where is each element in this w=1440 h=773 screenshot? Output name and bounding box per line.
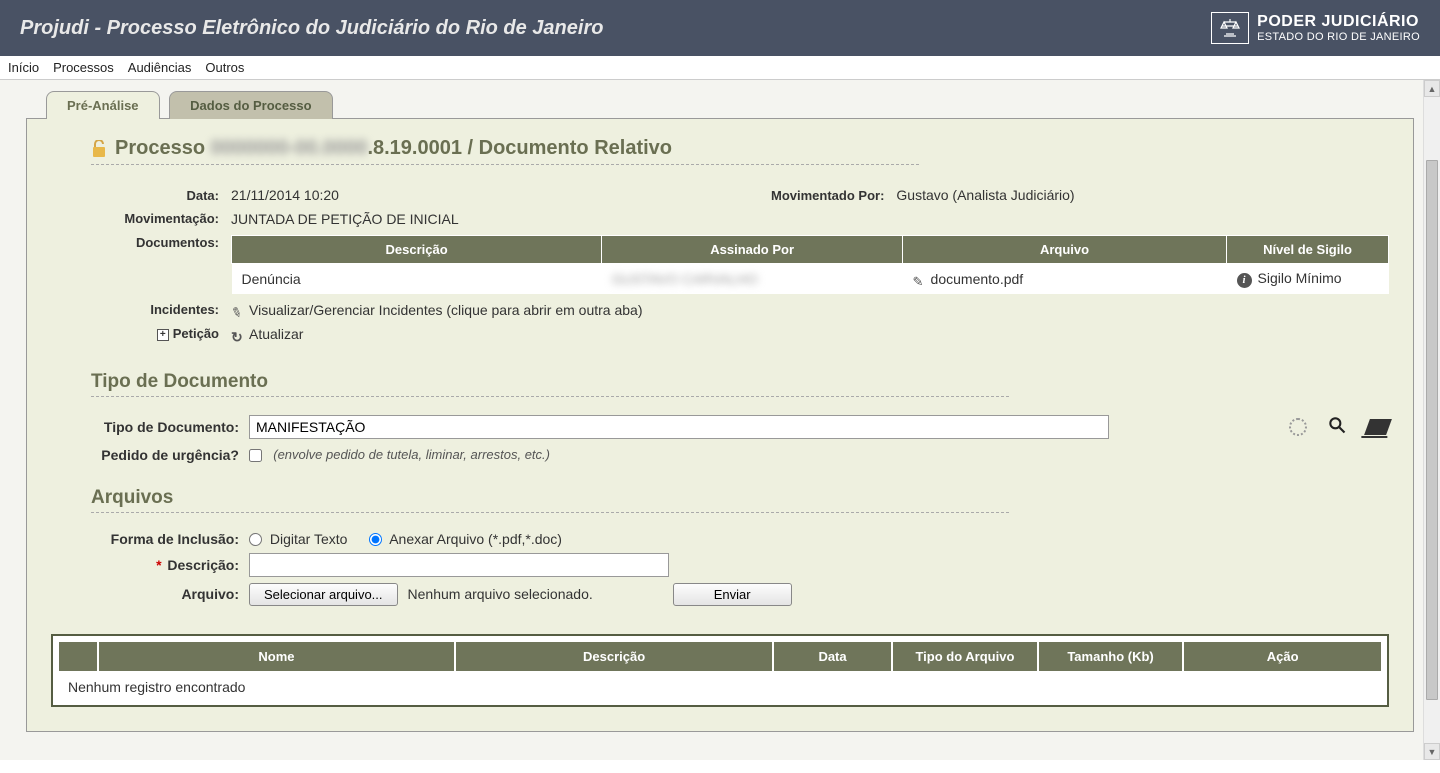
descricao-label-text: Descrição: bbox=[167, 557, 239, 573]
menu-audiencias[interactable]: Audiências bbox=[128, 60, 192, 75]
app-header: Projudi - Processo Eletrônico do Judiciá… bbox=[0, 0, 1440, 56]
th-nome: Nome bbox=[98, 641, 455, 672]
th-select bbox=[58, 641, 98, 672]
link-incidentes[interactable]: Visualizar/Gerenciar Incidentes (clique … bbox=[231, 302, 643, 318]
cell-assinado: GUSTAVO CARVALHO bbox=[602, 264, 903, 295]
documentos-table: Descrição Assinado Por Arquivo Nível de … bbox=[231, 235, 1389, 294]
radio-digitar-texto[interactable]: Digitar Texto bbox=[249, 531, 347, 547]
refresh-icon bbox=[231, 329, 245, 343]
btn-enviar[interactable]: Enviar bbox=[673, 583, 792, 606]
menu-outros[interactable]: Outros bbox=[205, 60, 244, 75]
tabs: Pré-Análise Dados do Processo bbox=[18, 80, 1422, 118]
table-row-empty: Nenhum registro encontrado bbox=[58, 672, 1382, 701]
lock-icon bbox=[91, 140, 107, 158]
input-tipo-documento[interactable] bbox=[249, 415, 1109, 439]
value-data: 21/11/2014 10:20 bbox=[231, 187, 339, 203]
process-title-row: Processo 0000000-00.0000.8.19.0001 / Doc… bbox=[91, 137, 919, 165]
files-table-container: Nome Descrição Data Tipo do Arquivo Tama… bbox=[51, 634, 1389, 707]
radio-anexar-label: Anexar Arquivo (*.pdf,*.doc) bbox=[389, 531, 562, 547]
process-number-redacted: 0000000-00.0000 bbox=[211, 137, 368, 159]
label-movimentacao: Movimentação: bbox=[51, 211, 221, 226]
cell-arquivo[interactable]: documento.pdf bbox=[903, 264, 1227, 295]
eraser-icon[interactable] bbox=[1364, 419, 1392, 435]
wand-icon bbox=[231, 304, 245, 318]
expand-icon[interactable]: + bbox=[157, 329, 169, 341]
scrollbar[interactable]: ▲ ▼ bbox=[1423, 80, 1440, 760]
value-movimentado-por: Gustavo (Analista Judiciário) bbox=[896, 187, 1074, 203]
file-selection-note: Nenhum arquivo selecionado. bbox=[408, 586, 593, 602]
arquivo-link[interactable]: documento.pdf bbox=[931, 271, 1024, 287]
th-tamanho: Tamanho (Kb) bbox=[1038, 641, 1184, 672]
org-line2: ESTADO DO RIO DE JANEIRO bbox=[1257, 31, 1420, 43]
pjerj-logo bbox=[1211, 12, 1249, 44]
th-data: Data bbox=[773, 641, 892, 672]
org-line1: PODER JUDICIÁRIO bbox=[1257, 13, 1420, 31]
sigilo-text: Sigilo Mínimo bbox=[1258, 270, 1342, 286]
scroll-up-arrow[interactable]: ▲ bbox=[1424, 80, 1440, 97]
atualizar-text[interactable]: Atualizar bbox=[249, 326, 303, 342]
cell-sigilo: i Sigilo Mínimo bbox=[1227, 264, 1389, 295]
label-data: Data: bbox=[51, 188, 221, 203]
section-arquivos: Arquivos bbox=[91, 487, 1009, 513]
label-peticao[interactable]: + Petição bbox=[51, 326, 221, 341]
link-atualizar[interactable]: Atualizar bbox=[231, 326, 303, 342]
th-desc: Descrição bbox=[455, 641, 773, 672]
files-table: Nome Descrição Data Tipo do Arquivo Tama… bbox=[57, 640, 1383, 701]
table-row: Denúncia GUSTAVO CARVALHO documento.pdf … bbox=[232, 264, 1389, 295]
th-acao: Ação bbox=[1183, 641, 1382, 672]
label-arquivo: Arquivo: bbox=[51, 586, 249, 602]
cell-descricao: Denúncia bbox=[232, 264, 602, 295]
menubar: Início Processos Audiências Outros bbox=[0, 56, 1440, 80]
pencil-icon bbox=[913, 273, 927, 287]
app-title: Projudi - Processo Eletrônico do Judiciá… bbox=[20, 17, 603, 40]
label-movimentado-por: Movimentado Por: bbox=[771, 188, 886, 203]
section-tipo-documento: Tipo de Documento bbox=[91, 371, 1009, 397]
scroll-down-arrow[interactable]: ▼ bbox=[1424, 743, 1440, 760]
th-sigilo: Nível de Sigilo bbox=[1227, 236, 1389, 264]
radio-anexar-arquivo[interactable]: Anexar Arquivo (*.pdf,*.doc) bbox=[369, 531, 562, 547]
search-icon[interactable] bbox=[1327, 415, 1347, 438]
input-descricao[interactable] bbox=[249, 553, 669, 577]
th-descricao: Descrição bbox=[232, 236, 602, 264]
scroll-thumb[interactable] bbox=[1426, 160, 1438, 700]
label-incidentes: Incidentes: bbox=[51, 302, 221, 317]
tab-pre-analise[interactable]: Pré-Análise bbox=[46, 91, 160, 119]
process-title-prefix: Processo bbox=[115, 137, 211, 159]
empty-message: Nenhum registro encontrado bbox=[58, 672, 1382, 701]
required-star: * bbox=[156, 557, 161, 573]
label-descricao: * Descrição: bbox=[51, 557, 249, 573]
label-forma-inclusao: Forma de Inclusão: bbox=[51, 531, 249, 547]
th-assinado: Assinado Por bbox=[602, 236, 903, 264]
main-panel: Processo 0000000-00.0000.8.19.0001 / Doc… bbox=[26, 118, 1414, 732]
radio-digitar-label: Digitar Texto bbox=[270, 531, 348, 547]
value-movimentacao: JUNTADA DE PETIÇÃO DE INICIAL bbox=[231, 211, 459, 227]
loading-icon bbox=[1289, 418, 1307, 436]
th-tipo: Tipo do Arquivo bbox=[892, 641, 1038, 672]
cell-assinado-redacted: GUSTAVO CARVALHO bbox=[612, 271, 758, 287]
label-tipo-documento: Tipo de Documento: bbox=[51, 419, 249, 435]
header-org: PODER JUDICIÁRIO ESTADO DO RIO DE JANEIR… bbox=[1211, 12, 1420, 44]
checkbox-urgencia[interactable] bbox=[249, 449, 262, 462]
menu-processos[interactable]: Processos bbox=[53, 60, 114, 75]
process-title: Processo 0000000-00.0000.8.19.0001 / Doc… bbox=[115, 137, 672, 160]
incidentes-text[interactable]: Visualizar/Gerenciar Incidentes (clique … bbox=[249, 302, 643, 318]
info-icon: i bbox=[1237, 273, 1252, 288]
label-urgencia: Pedido de urgência? bbox=[51, 447, 249, 463]
process-title-suffix: .8.19.0001 / Documento Relativo bbox=[367, 137, 672, 159]
peticao-label-text: Petição bbox=[173, 326, 219, 341]
th-arquivo: Arquivo bbox=[903, 236, 1227, 264]
tab-dados-processo[interactable]: Dados do Processo bbox=[169, 91, 332, 119]
menu-inicio[interactable]: Início bbox=[8, 60, 39, 75]
label-documentos: Documentos: bbox=[51, 235, 221, 250]
btn-selecionar-arquivo[interactable]: Selecionar arquivo... bbox=[249, 583, 398, 606]
urgencia-note: (envolve pedido de tutela, liminar, arre… bbox=[273, 447, 550, 462]
